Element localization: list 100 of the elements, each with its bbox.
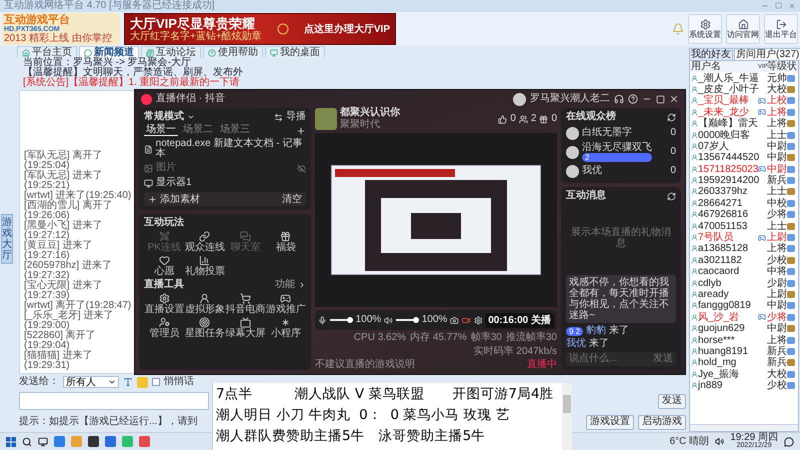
user-name[interactable]: 风_沙_岩 [698,312,758,323]
record-icon[interactable] [462,316,471,324]
add-source-button[interactable]: 添加素材 清空 [144,192,306,206]
nav-tab[interactable]: 平台主页 [17,46,77,58]
user-level: 中校 [767,198,787,209]
panel-tab[interactable]: 我的好友 [689,48,733,60]
notification-icon[interactable] [784,436,794,446]
user-name[interactable]: guojun629 [698,323,758,334]
scene-tab[interactable]: 场景一 [144,125,178,136]
user-icon [691,177,698,184]
user-name[interactable]: aready [698,289,758,300]
message-input[interactable] [19,392,209,410]
user-name[interactable]: 15711825023 [698,164,758,175]
start-icon[interactable] [6,436,16,446]
mic-icon[interactable] [318,316,327,324]
tool-button[interactable]: 虚拟形象 [184,293,225,315]
recipient-dropdown[interactable]: 所有人 [63,376,119,388]
close-icon[interactable] [669,94,679,104]
source-item[interactable]: 显示器1 [156,178,192,188]
app-icon[interactable] [88,436,99,447]
user-name[interactable]: Jye_振海 [698,368,758,380]
refresh-icon[interactable] [667,192,676,200]
speaker-icon[interactable] [384,316,393,324]
game-button[interactable]: 游戏设置 [586,414,634,430]
end-live-button[interactable]: 00:16:00 关播 [485,312,554,328]
user-name[interactable]: _宝贝_最棒 [698,95,758,106]
feature-button[interactable]: 礼物投票 [184,255,225,277]
user-name[interactable]: 467926816 [698,209,758,220]
nav-tab[interactable]: 我的桌面 [265,46,325,58]
help-icon[interactable] [628,94,638,104]
user-name[interactable]: _皮皮_小叶子 [698,84,758,95]
toolbar-button[interactable]: 系统设置 [688,14,722,44]
nav-tab[interactable]: 互动论坛 [141,46,201,58]
tool-button[interactable]: 直播设置 [144,293,184,315]
user-level: 上士 [767,186,787,198]
tool-button[interactable]: 抖音电商 [225,293,266,315]
user-name[interactable]: 【巅峰】雷天 [698,118,758,130]
director-link[interactable]: 导播 [286,112,306,122]
hidden-eye-icon[interactable] [297,164,306,172]
font-icon[interactable] [123,377,133,387]
slider-thumb[interactable] [412,317,419,323]
side-tab[interactable]: 游戏大厅 [1,214,13,264]
settings-icon[interactable] [474,316,482,324]
metric-text: 推流帧率30 [506,333,557,343]
user-name[interactable]: hold_mg [698,357,758,368]
user-name[interactable]: 07岁人 [698,140,758,152]
refresh-icon[interactable] [667,112,676,122]
more-link[interactable]: 功能 [275,280,295,290]
user-name[interactable]: fanggg0819 [698,300,758,312]
tool-button[interactable]: 星图任务 [184,317,225,339]
camera-icon[interactable] [450,316,459,324]
feature-button[interactable]: 福袋 [266,231,306,253]
banner-subline: 大厅红字名字+蓝钻+酷炫勋章 [130,31,262,42]
task-view-icon[interactable] [38,436,48,446]
user-name[interactable]: 28664271 [698,198,758,209]
vip-banner[interactable]: 大厅VIP尽显尊贵荣耀 大厅红字名字+蓝钻+酷炫勋章 点这里办理大厅VIP [124,13,396,45]
source-item[interactable]: notepad.exe 新建文本文档 - 记事本 [156,139,306,159]
user-name[interactable]: huang8191 [698,346,758,357]
whisper-checkbox[interactable] [152,378,160,386]
metric-text: 帧率30 [470,333,502,343]
volume-icon[interactable] [715,437,724,446]
mode-selector[interactable]: 常规模式 [144,112,184,122]
user-name[interactable]: 2603379hz [698,186,758,198]
user-name[interactable]: _未来_龙少 [698,106,758,118]
user-name[interactable]: a13685128 [698,243,758,254]
add-icon[interactable] [296,126,306,136]
headset-icon[interactable] [614,94,624,104]
user-name[interactable]: 0000晚归客 [698,130,758,141]
feature-button[interactable]: 心愿 [144,255,184,277]
source-item[interactable]: 图片 [156,163,176,173]
user-name[interactable]: 19592914200 [698,175,758,186]
panel-tab[interactable]: 房间用户(327) [734,48,800,60]
game-hint-link[interactable]: 不建议直播的游戏说明 [315,360,415,370]
nav-tab[interactable]: 新闻频道 [79,46,139,58]
tool-button[interactable]: 小程序 [266,317,306,339]
slider-thumb[interactable] [346,317,353,323]
toolbar-button[interactable]: 访问官网 [726,14,760,44]
scene-tab[interactable]: 场景二 [181,125,215,136]
user-name[interactable]: 470051153 [698,220,758,232]
feature-button[interactable]: 观众连线 [184,231,225,253]
nav-tab[interactable]: 使用帮助 [203,46,263,58]
send-button[interactable]: 发送 [658,394,686,408]
user-name[interactable]: horse*** [698,334,758,346]
tool-button[interactable]: 绿幕大屏 [225,317,266,339]
streamer-name: 都聚兴认识你 [340,108,400,118]
app-icon[interactable] [105,436,116,447]
tool-button[interactable]: 游戏推广 [266,293,306,315]
user-name[interactable]: caocaord [698,266,758,278]
user-name[interactable]: 13567444520 [698,152,758,164]
user-name[interactable]: jn889 [698,380,758,392]
user-name[interactable]: a3021182 [698,254,758,266]
toolbar-button[interactable]: 退出平台 [764,14,798,44]
scene-tab[interactable]: 场景三 [218,125,252,136]
user-name[interactable]: 7号队员 [698,232,758,244]
tool-button[interactable]: 管理员 [144,317,184,339]
user-name[interactable]: _潮人乐_牛逼 [698,72,758,84]
search-icon[interactable] [22,436,32,446]
user-icon [691,234,698,242]
game-button[interactable]: 启动游戏 [638,414,686,430]
user-name[interactable]: cdlyb [698,278,758,289]
